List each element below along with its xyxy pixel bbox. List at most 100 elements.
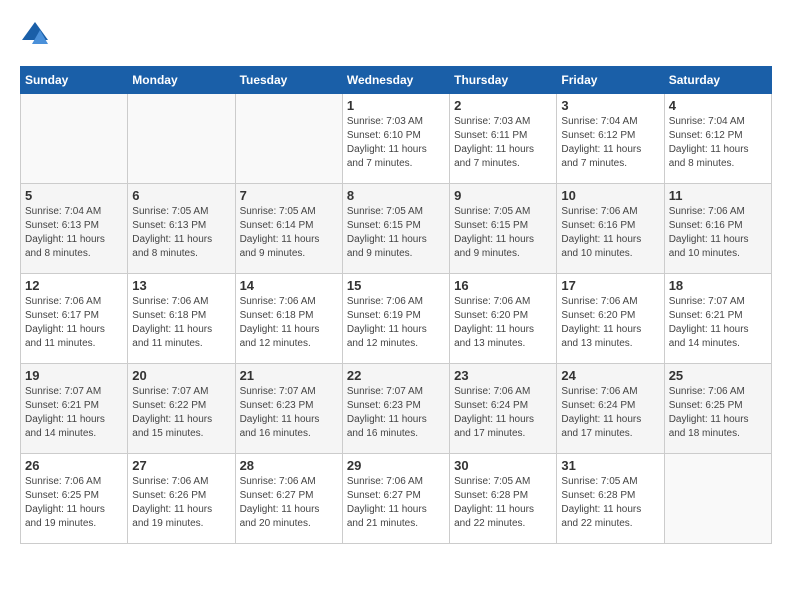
- calendar-cell: 1Sunrise: 7:03 AM Sunset: 6:10 PM Daylig…: [342, 94, 449, 184]
- day-number: 23: [454, 368, 552, 383]
- day-info: Sunrise: 7:05 AM Sunset: 6:13 PM Dayligh…: [132, 205, 230, 261]
- day-number: 12: [25, 278, 123, 293]
- weekday-header-wednesday: Wednesday: [342, 67, 449, 94]
- day-info: Sunrise: 7:07 AM Sunset: 6:23 PM Dayligh…: [347, 385, 445, 441]
- calendar-cell: 16 Sunrise: 7:06 AM Sunset: 6:20 PM Dayli…: [450, 274, 557, 364]
- day-info: Sunrise: 7:04 AM Sunset: 6:12 PM Dayligh…: [669, 115, 767, 171]
- calendar-cell: 6 Sunrise: 7:05 AM Sunset: 6:13 PM Daylig…: [128, 184, 235, 274]
- day-number: 30: [454, 458, 552, 473]
- weekday-header-friday: Friday: [557, 67, 664, 94]
- day-info: Sunrise: 7:06 AM Sunset: 6:19 PM Dayligh…: [347, 295, 445, 351]
- week-row-1: 1Sunrise: 7:03 AM Sunset: 6:10 PM Daylig…: [21, 94, 772, 184]
- calendar-cell: 27 Sunrise: 7:06 AM Sunset: 6:26 PM Dayli…: [128, 454, 235, 544]
- calendar-cell: 10Sunrise: 7:06 AM Sunset: 6:16 PM Dayli…: [557, 184, 664, 274]
- weekday-header-thursday: Thursday: [450, 67, 557, 94]
- day-number: 19: [25, 368, 123, 383]
- day-number: 8: [347, 188, 445, 203]
- calendar-cell: [664, 454, 771, 544]
- calendar-cell: 25 Sunrise: 7:06 AM Sunset: 6:25 PM Dayli…: [664, 364, 771, 454]
- day-number: 11: [669, 188, 767, 203]
- day-info: Sunrise: 7:06 AM Sunset: 6:24 PM Dayligh…: [454, 385, 552, 441]
- calendar-cell: 17 Sunrise: 7:06 AM Sunset: 6:20 PM Dayli…: [557, 274, 664, 364]
- day-info: Sunrise: 7:04 AM Sunset: 6:13 PM Dayligh…: [25, 205, 123, 261]
- weekday-header-saturday: Saturday: [664, 67, 771, 94]
- day-number: 1: [347, 98, 445, 113]
- calendar-cell: 7 Sunrise: 7:05 AM Sunset: 6:14 PM Daylig…: [235, 184, 342, 274]
- day-number: 22: [347, 368, 445, 383]
- calendar-cell: [128, 94, 235, 184]
- day-number: 27: [132, 458, 230, 473]
- weekday-header-monday: Monday: [128, 67, 235, 94]
- calendar-cell: 11 Sunrise: 7:06 AM Sunset: 6:16 PM Dayli…: [664, 184, 771, 274]
- day-number: 28: [240, 458, 338, 473]
- day-number: 15: [347, 278, 445, 293]
- day-info: Sunrise: 7:07 AM Sunset: 6:21 PM Dayligh…: [25, 385, 123, 441]
- calendar-cell: [235, 94, 342, 184]
- day-info: Sunrise: 7:06 AM Sunset: 6:27 PM Dayligh…: [347, 475, 445, 531]
- day-info: Sunrise: 7:06 AM Sunset: 6:25 PM Dayligh…: [669, 385, 767, 441]
- day-number: 20: [132, 368, 230, 383]
- day-number: 13: [132, 278, 230, 293]
- calendar-cell: 20 Sunrise: 7:07 AM Sunset: 6:22 PM Dayli…: [128, 364, 235, 454]
- calendar-cell: 2Sunrise: 7:03 AM Sunset: 6:11 PM Daylig…: [450, 94, 557, 184]
- day-number: 29: [347, 458, 445, 473]
- calendar-cell: 13 Sunrise: 7:06 AM Sunset: 6:18 PM Dayli…: [128, 274, 235, 364]
- calendar-cell: 5 Sunrise: 7:04 AM Sunset: 6:13 PM Daylig…: [21, 184, 128, 274]
- day-info: Sunrise: 7:07 AM Sunset: 6:23 PM Dayligh…: [240, 385, 338, 441]
- day-info: Sunrise: 7:06 AM Sunset: 6:25 PM Dayligh…: [25, 475, 123, 531]
- day-info: Sunrise: 7:07 AM Sunset: 6:22 PM Dayligh…: [132, 385, 230, 441]
- calendar-cell: 8 Sunrise: 7:05 AM Sunset: 6:15 PM Daylig…: [342, 184, 449, 274]
- day-info: Sunrise: 7:07 AM Sunset: 6:21 PM Dayligh…: [669, 295, 767, 351]
- day-number: 16: [454, 278, 552, 293]
- day-info: Sunrise: 7:06 AM Sunset: 6:20 PM Dayligh…: [454, 295, 552, 351]
- weekday-header-sunday: Sunday: [21, 67, 128, 94]
- day-info: Sunrise: 7:06 AM Sunset: 6:18 PM Dayligh…: [240, 295, 338, 351]
- day-info: Sunrise: 7:06 AM Sunset: 6:16 PM Dayligh…: [561, 205, 659, 261]
- day-number: 14: [240, 278, 338, 293]
- day-number: 17: [561, 278, 659, 293]
- calendar-cell: 28Sunrise: 7:06 AM Sunset: 6:27 PM Dayli…: [235, 454, 342, 544]
- day-info: Sunrise: 7:05 AM Sunset: 6:28 PM Dayligh…: [454, 475, 552, 531]
- day-info: Sunrise: 7:06 AM Sunset: 6:20 PM Dayligh…: [561, 295, 659, 351]
- day-info: Sunrise: 7:05 AM Sunset: 6:15 PM Dayligh…: [347, 205, 445, 261]
- calendar-cell: 18Sunrise: 7:07 AM Sunset: 6:21 PM Dayli…: [664, 274, 771, 364]
- day-number: 31: [561, 458, 659, 473]
- day-number: 6: [132, 188, 230, 203]
- calendar-cell: 29 Sunrise: 7:06 AM Sunset: 6:27 PM Dayli…: [342, 454, 449, 544]
- day-number: 9: [454, 188, 552, 203]
- day-info: Sunrise: 7:06 AM Sunset: 6:17 PM Dayligh…: [25, 295, 123, 351]
- calendar-cell: 24Sunrise: 7:06 AM Sunset: 6:24 PM Dayli…: [557, 364, 664, 454]
- calendar-cell: 26 Sunrise: 7:06 AM Sunset: 6:25 PM Dayli…: [21, 454, 128, 544]
- day-info: Sunrise: 7:05 AM Sunset: 6:28 PM Dayligh…: [561, 475, 659, 531]
- week-row-5: 26 Sunrise: 7:06 AM Sunset: 6:25 PM Dayli…: [21, 454, 772, 544]
- calendar-cell: 15 Sunrise: 7:06 AM Sunset: 6:19 PM Dayli…: [342, 274, 449, 364]
- day-info: Sunrise: 7:06 AM Sunset: 6:26 PM Dayligh…: [132, 475, 230, 531]
- calendar-cell: 4 Sunrise: 7:04 AM Sunset: 6:12 PM Daylig…: [664, 94, 771, 184]
- calendar-cell: 14 Sunrise: 7:06 AM Sunset: 6:18 PM Dayli…: [235, 274, 342, 364]
- day-number: 5: [25, 188, 123, 203]
- calendar-cell: 31 Sunrise: 7:05 AM Sunset: 6:28 PM Dayli…: [557, 454, 664, 544]
- weekday-header-row: SundayMondayTuesdayWednesdayThursdayFrid…: [21, 67, 772, 94]
- day-number: 7: [240, 188, 338, 203]
- calendar-cell: 9Sunrise: 7:05 AM Sunset: 6:15 PM Daylig…: [450, 184, 557, 274]
- day-number: 3: [561, 98, 659, 113]
- day-info: Sunrise: 7:05 AM Sunset: 6:14 PM Dayligh…: [240, 205, 338, 261]
- day-info: Sunrise: 7:06 AM Sunset: 6:16 PM Dayligh…: [669, 205, 767, 261]
- day-info: Sunrise: 7:04 AM Sunset: 6:12 PM Dayligh…: [561, 115, 659, 171]
- day-number: 25: [669, 368, 767, 383]
- calendar-cell: 21 Sunrise: 7:07 AM Sunset: 6:23 PM Dayli…: [235, 364, 342, 454]
- week-row-3: 12 Sunrise: 7:06 AM Sunset: 6:17 PM Dayli…: [21, 274, 772, 364]
- logo-icon: [20, 20, 50, 50]
- calendar: SundayMondayTuesdayWednesdayThursdayFrid…: [20, 66, 772, 544]
- calendar-cell: 19 Sunrise: 7:07 AM Sunset: 6:21 PM Dayli…: [21, 364, 128, 454]
- page-header: [20, 20, 772, 50]
- day-number: 4: [669, 98, 767, 113]
- calendar-cell: [21, 94, 128, 184]
- day-number: 26: [25, 458, 123, 473]
- week-row-4: 19 Sunrise: 7:07 AM Sunset: 6:21 PM Dayli…: [21, 364, 772, 454]
- calendar-cell: 22 Sunrise: 7:07 AM Sunset: 6:23 PM Dayli…: [342, 364, 449, 454]
- day-info: Sunrise: 7:06 AM Sunset: 6:18 PM Dayligh…: [132, 295, 230, 351]
- day-number: 21: [240, 368, 338, 383]
- day-number: 24: [561, 368, 659, 383]
- calendar-cell: 23 Sunrise: 7:06 AM Sunset: 6:24 PM Dayli…: [450, 364, 557, 454]
